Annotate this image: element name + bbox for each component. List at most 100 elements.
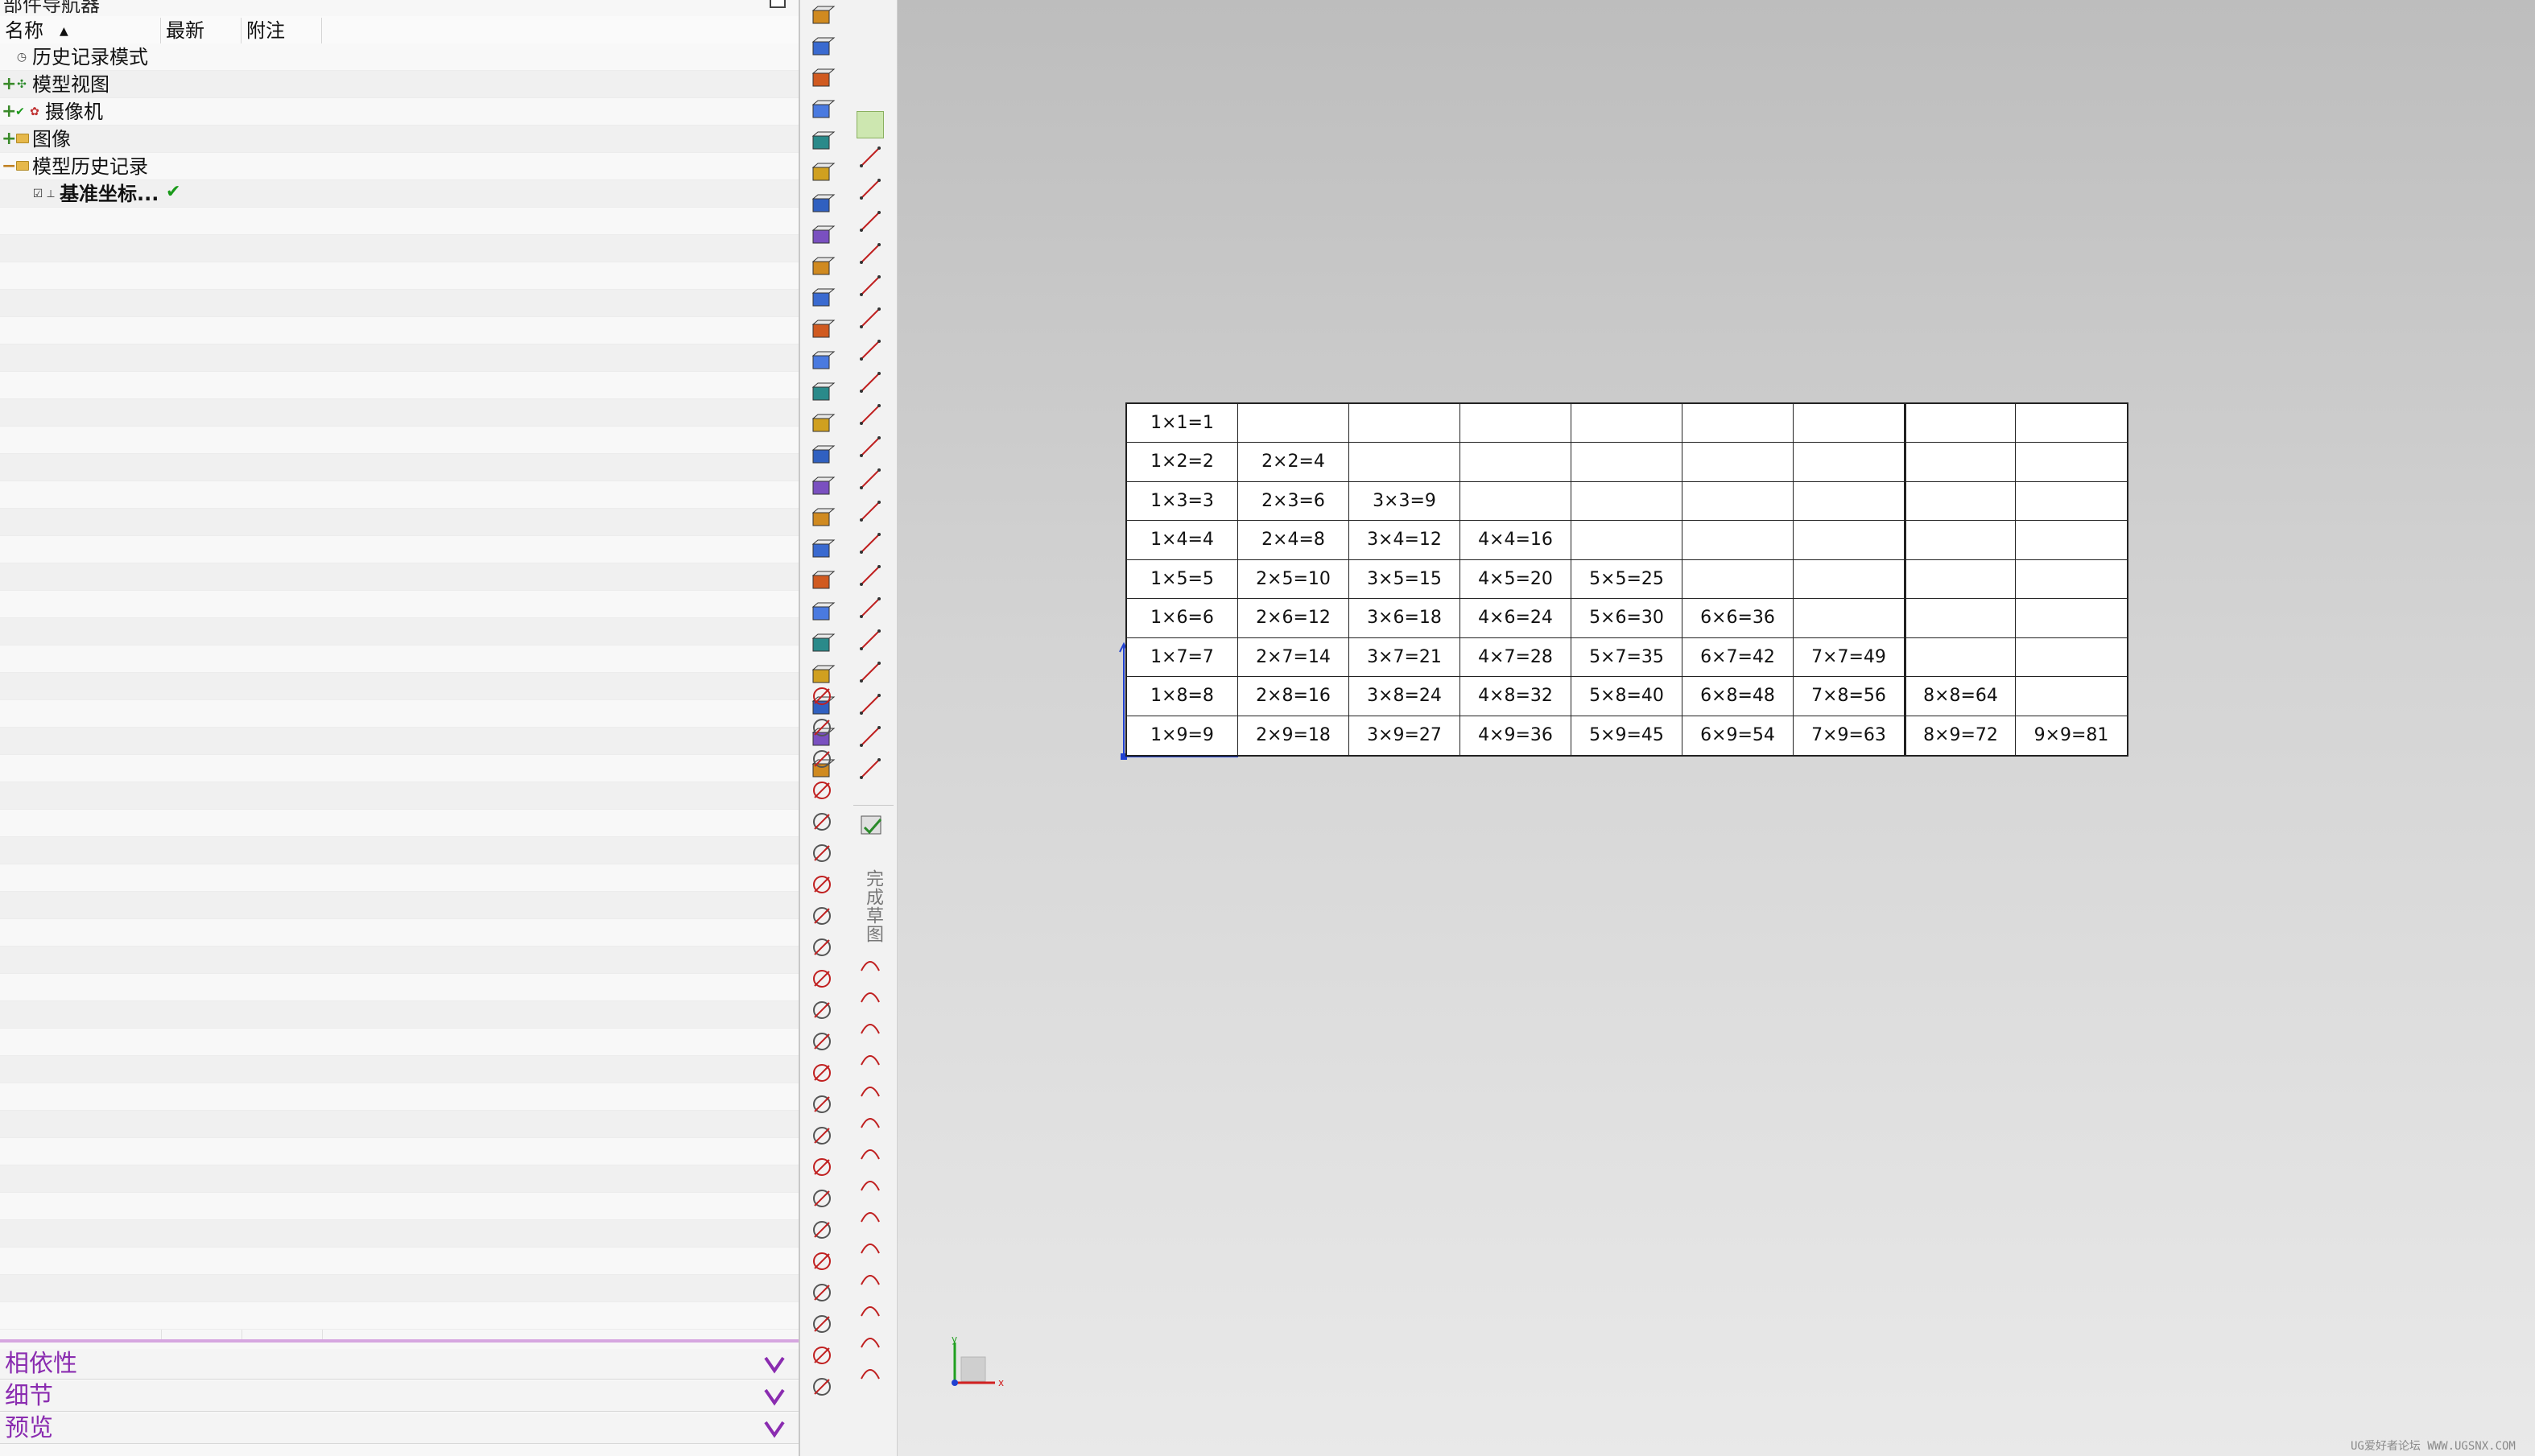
arc-point-icon[interactable] — [857, 304, 884, 332]
extrude-icon[interactable] — [808, 66, 836, 93]
tree-node-cameras[interactable]: + ✔ ✿ 摄像机 — [0, 98, 799, 126]
point-icon[interactable] — [857, 755, 884, 782]
tree-node-model-views[interactable]: + ✣ 模型视图 — [0, 71, 799, 98]
circle-icon[interactable] — [808, 871, 836, 898]
offset-icon[interactable] — [857, 1232, 884, 1260]
chevron-down-icon[interactable] — [763, 1386, 786, 1407]
finish-sketch-label[interactable]: 完成草图 — [861, 869, 886, 943]
point-curve-icon[interactable] — [857, 272, 884, 299]
chamfer-icon[interactable] — [808, 474, 836, 501]
column-header-latest[interactable]: 最新 — [161, 18, 242, 43]
slot-icon[interactable] — [808, 380, 836, 407]
profile-icon[interactable] — [808, 745, 836, 773]
expand-icon[interactable]: + — [2, 103, 16, 121]
column-header-name[interactable]: 名称 ▲ — [0, 18, 161, 43]
groove-icon[interactable] — [808, 411, 836, 439]
line-icon[interactable] — [808, 808, 836, 835]
fillet-icon[interactable] — [808, 902, 836, 930]
offset-curve-icon[interactable] — [808, 1059, 836, 1087]
quick-trim-icon[interactable] — [857, 1264, 884, 1291]
cylinder-icon[interactable] — [808, 160, 836, 188]
pocket-icon[interactable] — [808, 317, 836, 344]
expand-icon[interactable]: + — [2, 76, 16, 93]
assembly-icon[interactable] — [808, 1279, 836, 1306]
make-corner-icon[interactable] — [857, 1326, 884, 1354]
boss-icon[interactable] — [808, 286, 836, 313]
arc-icon[interactable] — [808, 839, 836, 867]
section-dependencies[interactable]: 相依性 — [0, 1349, 799, 1380]
extend-icon[interactable] — [857, 530, 884, 557]
pad-icon[interactable] — [808, 349, 836, 376]
quick-extend-icon[interactable] — [808, 1153, 836, 1181]
polygon-icon[interactable] — [808, 996, 836, 1024]
circle-tangent-icon[interactable] — [857, 336, 884, 364]
pattern-face-icon[interactable] — [808, 714, 836, 741]
parallel-icon[interactable] — [857, 208, 884, 235]
profile-icon[interactable] — [857, 950, 884, 977]
sphere-icon[interactable] — [808, 223, 836, 250]
line-icon[interactable] — [857, 981, 884, 1008]
face-ops-icon[interactable] — [808, 1310, 836, 1338]
rectangle-icon[interactable] — [857, 1138, 884, 1165]
circle-3pt-icon[interactable] — [857, 594, 884, 621]
circle-center-icon[interactable] — [857, 562, 884, 589]
block-icon[interactable] — [808, 129, 836, 156]
quick-extend-icon[interactable] — [857, 1295, 884, 1322]
fillet-icon[interactable] — [857, 1075, 884, 1103]
conic-icon[interactable] — [857, 723, 884, 750]
sync-icon[interactable] — [808, 1342, 836, 1369]
finish-sketch-icon[interactable] — [858, 811, 886, 839]
tree-node-datum-csys[interactable]: ☑ ⟂ 基准坐标... ✔ — [0, 180, 799, 208]
maximize-icon[interactable] — [770, 0, 786, 8]
trim-icon[interactable] — [857, 497, 884, 525]
chevron-down-icon[interactable] — [763, 1418, 786, 1439]
perpendicular-icon[interactable] — [857, 240, 884, 267]
rectangle-curve-icon[interactable] — [808, 965, 836, 992]
hole-icon[interactable] — [808, 254, 836, 282]
sketch-constraint-toggle[interactable] — [857, 111, 884, 138]
rectangle-icon[interactable] — [808, 683, 836, 710]
arc-icon[interactable] — [857, 1013, 884, 1040]
corner-icon[interactable] — [857, 465, 884, 493]
block-feature-icon[interactable] — [808, 1248, 836, 1275]
point-icon[interactable] — [857, 1201, 884, 1228]
collapse-icon[interactable]: − — [2, 158, 16, 175]
trim-body-icon[interactable] — [808, 568, 836, 596]
circle-icon[interactable] — [857, 1044, 884, 1071]
studio-spline-icon[interactable] — [857, 1169, 884, 1197]
draft-icon[interactable] — [808, 537, 836, 564]
quick-trim-icon[interactable] — [808, 1122, 836, 1149]
make-corner-icon[interactable] — [808, 1185, 836, 1212]
constraints-icon[interactable] — [808, 1216, 836, 1244]
unite-icon[interactable] — [808, 631, 836, 658]
chamfer-curve-icon[interactable] — [808, 934, 836, 961]
column-header-notes[interactable]: 附注 — [242, 18, 322, 43]
sketch-icon[interactable] — [808, 3, 836, 31]
section-details[interactable]: 细节 — [0, 1381, 799, 1412]
tree-node-model-history[interactable]: − 模型历史记录 — [0, 153, 799, 180]
bisector-icon[interactable] — [857, 175, 884, 203]
tree-node-history-mode[interactable]: ◷ 历史记录模式 — [0, 43, 799, 71]
edge-blend-icon[interactable] — [808, 443, 836, 470]
ellipse-icon[interactable] — [857, 691, 884, 718]
line-icon[interactable] — [857, 143, 884, 171]
expand-icon[interactable]: + — [2, 130, 16, 148]
cone-icon[interactable] — [808, 192, 836, 219]
tree-node-images[interactable]: + 图像 — [0, 126, 799, 153]
replace-face-icon[interactable] — [808, 1373, 836, 1400]
project-curve-icon[interactable] — [808, 1091, 836, 1118]
datum-plane-icon[interactable] — [808, 35, 836, 62]
section-preview[interactable]: 预览 — [0, 1413, 799, 1444]
fillet-icon[interactable] — [857, 433, 884, 460]
chamfer-icon[interactable] — [857, 1107, 884, 1134]
panel-divider[interactable] — [0, 1339, 799, 1343]
shell-icon[interactable] — [808, 505, 836, 533]
grid-icon[interactable] — [857, 401, 884, 428]
arc-center-icon[interactable] — [857, 626, 884, 654]
revolve-icon[interactable] — [808, 97, 836, 125]
arc-3pt-icon[interactable] — [857, 658, 884, 686]
constraints-icon[interactable] — [857, 1358, 884, 1385]
spline-icon[interactable] — [857, 369, 884, 396]
chevron-down-icon[interactable] — [763, 1354, 786, 1375]
point-icon[interactable] — [808, 1028, 836, 1055]
